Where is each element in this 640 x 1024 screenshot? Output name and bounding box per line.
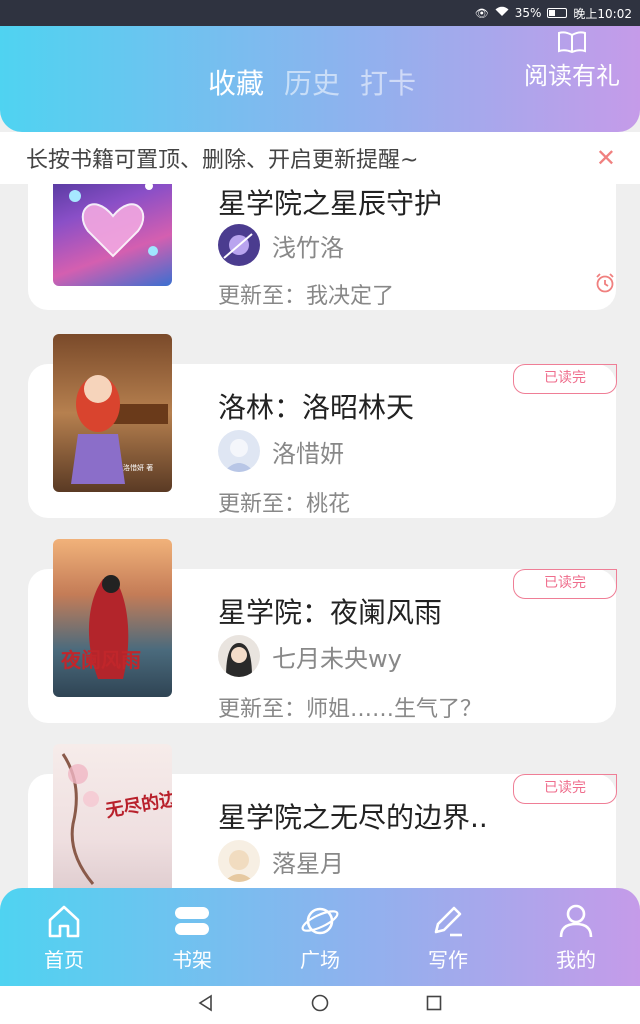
book-list: 星学院之星辰守护 浅竹洛 更新至：我决定了 洛惜妍 著 洛林：洛昭林天 洛惜妍 … (0, 184, 640, 888)
tab-checkin[interactable]: 打卡 (360, 62, 416, 102)
battery-percent: 35% (514, 6, 542, 20)
nav-home-label: 首页 (44, 948, 84, 972)
reading-rewards-button[interactable]: 阅读有礼 (516, 30, 628, 91)
latest-chapter: 更新至：桃花 (218, 492, 351, 517)
author-row: 浅竹洛 (218, 224, 344, 266)
bookshelf-icon (175, 907, 209, 935)
finished-badge: 已读完 (513, 774, 617, 804)
reading-rewards-label: 阅读有礼 (524, 62, 620, 90)
book-title: 星学院：夜阑风雨 (218, 596, 443, 629)
tab-history[interactable]: 历史 (284, 62, 340, 102)
nav-square[interactable]: 广场 (256, 888, 384, 986)
avatar (218, 635, 260, 677)
clock: 晚上10:02 (573, 6, 632, 21)
book-cover: 无尽的边界 (53, 744, 172, 888)
close-icon[interactable]: ✕ (596, 144, 616, 172)
finished-badge: 已读完 (513, 569, 617, 599)
wifi-icon (495, 6, 509, 20)
recents-icon[interactable] (425, 994, 443, 1016)
book-card[interactable]: 无尽的边界 星学院之无尽的边界.. 落星月 已读完 (28, 744, 617, 888)
book-title: 星学院之星辰守护 (218, 187, 443, 220)
book-cover (53, 184, 172, 286)
home-icon (48, 905, 80, 938)
nav-write-label: 写作 (428, 948, 468, 972)
pen-icon (434, 906, 462, 937)
avatar (218, 224, 260, 266)
author-row: 落星月 (218, 840, 344, 882)
book-cover: 洛惜妍 著 (53, 334, 172, 492)
nav-write[interactable]: 写作 (384, 888, 512, 986)
latest-chapter: 更新至：师姐……生气了？ (218, 697, 483, 722)
cover-text: 夜阑风雨 (60, 648, 141, 672)
author-row: 七月未央wy (218, 635, 402, 677)
nav-square-label: 广场 (300, 948, 340, 972)
home-circle-icon[interactable] (311, 994, 329, 1016)
author-name: 落星月 (272, 849, 344, 878)
nav-bookshelf[interactable]: 书架 (128, 888, 256, 986)
back-icon[interactable] (197, 994, 215, 1016)
bottom-nav: 首页 书架 广场 写作 我的 (0, 888, 640, 986)
avatar (218, 840, 260, 882)
book-title: 星学院之无尽的边界.. (218, 801, 488, 834)
finished-badge: 已读完 (513, 364, 617, 394)
open-book-icon (558, 31, 586, 54)
avatar (218, 430, 260, 472)
tab-favorites[interactable]: 收藏 (208, 62, 264, 102)
author-row: 洛惜妍 (218, 430, 344, 472)
cover-text: 无尽的边界 (104, 785, 172, 822)
battery-icon (547, 8, 568, 18)
nav-profile[interactable]: 我的 (512, 888, 640, 986)
eye-icon: 👁 (474, 6, 489, 20)
planet-icon (301, 907, 339, 935)
status-bar: 👁 35% 晚上10:02 (0, 0, 640, 26)
header: 收藏 历史 打卡 阅读有礼 (0, 26, 640, 132)
notice-text: 长按书籍可置顶、删除、开启更新提醒~ (26, 148, 419, 173)
author-name: 洛惜妍 (272, 439, 344, 468)
book-card[interactable]: 星学院之星辰守护 浅竹洛 更新至：我决定了 (28, 184, 616, 310)
author-name: 七月未央wy (272, 644, 402, 673)
nav-home[interactable]: 首页 (0, 888, 128, 986)
tab-bar: 收藏 历史 打卡 (208, 62, 416, 102)
book-title: 洛林：洛昭林天 (218, 391, 415, 424)
alarm-icon[interactable] (594, 272, 616, 298)
nav-profile-label: 我的 (556, 948, 596, 972)
cover-text: 洛惜妍 著 (123, 463, 153, 472)
author-name: 浅竹洛 (272, 233, 344, 262)
user-icon (559, 904, 593, 938)
system-nav-bar (0, 986, 640, 1024)
nav-bookshelf-label: 书架 (172, 948, 212, 972)
book-card[interactable]: 洛惜妍 著 洛林：洛昭林天 洛惜妍 更新至：桃花 已读完 (28, 334, 617, 518)
book-cover: 夜阑风雨 (53, 539, 172, 697)
notice-bar: 长按书籍可置顶、删除、开启更新提醒~ ✕ (0, 132, 640, 184)
book-card[interactable]: 夜阑风雨 星学院：夜阑风雨 七月未央wy 更新至：师姐……生气了？ 已读完 (28, 539, 617, 723)
latest-chapter: 更新至：我决定了 (218, 284, 395, 309)
